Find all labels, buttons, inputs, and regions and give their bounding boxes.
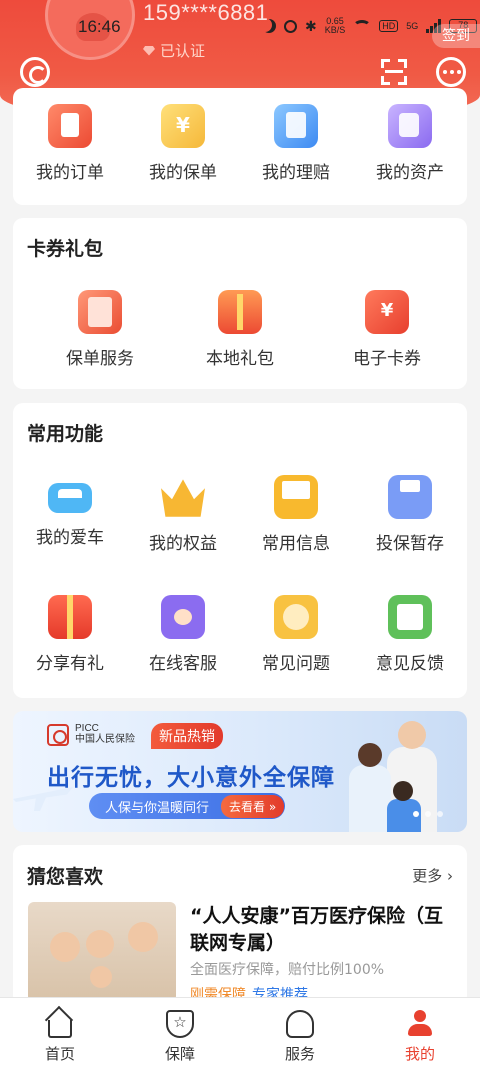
profile-icon (406, 1010, 434, 1038)
banner-slogan: 人保与你温暖同行 (105, 801, 210, 816)
asset-icon (388, 104, 432, 148)
alarm-icon (284, 19, 297, 33)
status-time: 16:46 (78, 17, 121, 36)
verified-status: 已认证 (143, 40, 205, 61)
func-online-service[interactable]: 在线客服 (126, 595, 240, 674)
hd-badge: HD (379, 20, 399, 32)
faq-icon (274, 595, 318, 639)
network-type: 5G (406, 21, 419, 31)
coupons-title: 卡券礼包 (27, 238, 104, 260)
func-faq[interactable]: 常见问题 (239, 595, 353, 674)
shield-icon (166, 1010, 194, 1038)
order-icon (48, 104, 92, 148)
settings-icon[interactable] (20, 57, 50, 87)
product-title[interactable]: “人人安康”百万医疗保险（互联网专属） (190, 903, 458, 957)
func-common-info[interactable]: 常用信息 (239, 475, 353, 554)
message-icon[interactable] (436, 57, 466, 87)
policy-service-icon (78, 290, 122, 334)
menu-my-claims[interactable]: 我的理赔 (239, 104, 353, 183)
menu-label: 我的资产 (376, 163, 444, 183)
banner-headline: 出行无忧，大小意外全保障 (47, 765, 335, 791)
menu-label: 我的保单 (149, 163, 217, 183)
brand-company: 中国人民保险 (75, 734, 135, 745)
service-icon (286, 1010, 314, 1038)
func-label: 我的权益 (149, 534, 217, 554)
ticket-icon (365, 290, 409, 334)
menu-my-orders[interactable]: 我的订单 (13, 104, 127, 183)
func-label: 常见问题 (262, 654, 330, 674)
bottom-nav: 首页 保障 服务 我的 (0, 997, 480, 1072)
policy-icon (161, 104, 205, 148)
nav-home[interactable]: 首页 (0, 998, 120, 1072)
quick-menu-card: 我的订单 我的保单 我的理赔 我的资产 (13, 88, 467, 205)
menu-label: 我的订单 (36, 163, 104, 183)
more-link[interactable]: 更多 › (412, 865, 453, 886)
coupons-card: 卡券礼包 保单服务 本地礼包 电子卡券 (13, 218, 467, 389)
chevron-right-icon: › (447, 867, 453, 885)
recommend-card: 猜您喜欢 更多 › “人人安康”百万医疗保险（互联网专属） 全面医疗保障，赔付比… (13, 845, 467, 1005)
product-image[interactable] (28, 902, 176, 1002)
brand-name: PICC 中国人民保险 (75, 723, 135, 745)
func-my-car[interactable]: 我的爱车 (13, 475, 127, 548)
car-icon (48, 483, 92, 513)
promo-banner[interactable]: PICC 中国人民保险 新品热销 出行无忧，大小意外全保障 人保与你温暖同行 去… (13, 711, 467, 832)
claim-icon (274, 104, 318, 148)
func-label: 分享有礼 (36, 654, 104, 674)
carousel-dots (413, 811, 443, 817)
scan-icon[interactable] (379, 57, 409, 87)
nav-protection[interactable]: 保障 (120, 998, 240, 1072)
menu-my-assets[interactable]: 我的资产 (353, 104, 467, 183)
feedback-icon (388, 595, 432, 639)
nav-label: 服务 (284, 1045, 315, 1063)
nav-label: 首页 (44, 1045, 75, 1063)
func-feedback[interactable]: 意见反馈 (353, 595, 467, 674)
func-label: 投保暂存 (376, 534, 444, 554)
functions-card: 常用功能 我的爱车 我的权益 常用信息 投保暂存 分享有礼 在线客服 常见问题 … (13, 403, 467, 698)
network-speed-unit: KB/S (324, 25, 346, 35)
func-label: 在线客服 (149, 654, 217, 674)
nav-mine[interactable]: 我的 (360, 998, 480, 1072)
phone-number: 159****6881 (143, 0, 269, 25)
func-saved-drafts[interactable]: 投保暂存 (353, 475, 467, 554)
verified-label: 已认证 (160, 42, 206, 60)
product-desc: 全面医疗保障，赔付比例100% (190, 962, 385, 978)
coupon-label: 保单服务 (66, 349, 134, 369)
coupon-local-gift[interactable]: 本地礼包 (175, 290, 305, 369)
network-speed: 0.65 KB/S (325, 17, 346, 35)
diamond-icon (143, 45, 155, 56)
moon-icon (262, 19, 276, 33)
func-label: 我的爱车 (36, 528, 104, 548)
gift-box-icon (218, 290, 262, 334)
func-my-rights[interactable]: 我的权益 (126, 475, 240, 554)
folder-icon (274, 475, 318, 519)
menu-my-policies[interactable]: 我的保单 (126, 104, 240, 183)
bluetooth-icon: ✱ (305, 17, 317, 34)
customer-service-icon (161, 595, 205, 639)
menu-label: 我的理赔 (262, 163, 330, 183)
brand-picc: PICC (75, 723, 99, 734)
nav-label: 我的 (404, 1045, 435, 1063)
functions-title: 常用功能 (27, 423, 104, 445)
coupon-policy-service[interactable]: 保单服务 (35, 290, 165, 369)
checkin-button[interactable]: 签到 (432, 24, 480, 48)
wifi-icon (353, 19, 372, 33)
coupon-label: 本地礼包 (206, 349, 274, 369)
banner-go-button[interactable]: 去看看 » (221, 795, 285, 818)
nav-service[interactable]: 服务 (240, 998, 360, 1072)
func-label: 常用信息 (262, 534, 330, 554)
home-icon (48, 1020, 72, 1038)
more-label: 更多 (412, 867, 443, 885)
share-gift-icon (48, 595, 92, 639)
func-label: 意见反馈 (376, 654, 444, 674)
func-share-gift[interactable]: 分享有礼 (13, 595, 127, 674)
coupon-e-ticket[interactable]: 电子卡券 (322, 290, 452, 369)
new-product-badge: 新品热销 (151, 723, 223, 749)
picc-logo-icon (47, 724, 69, 746)
nav-label: 保障 (164, 1045, 195, 1063)
recommend-title: 猜您喜欢 (27, 866, 104, 888)
coupon-label: 电子卡券 (353, 349, 421, 369)
save-icon (388, 475, 432, 519)
crown-icon (161, 479, 205, 517)
